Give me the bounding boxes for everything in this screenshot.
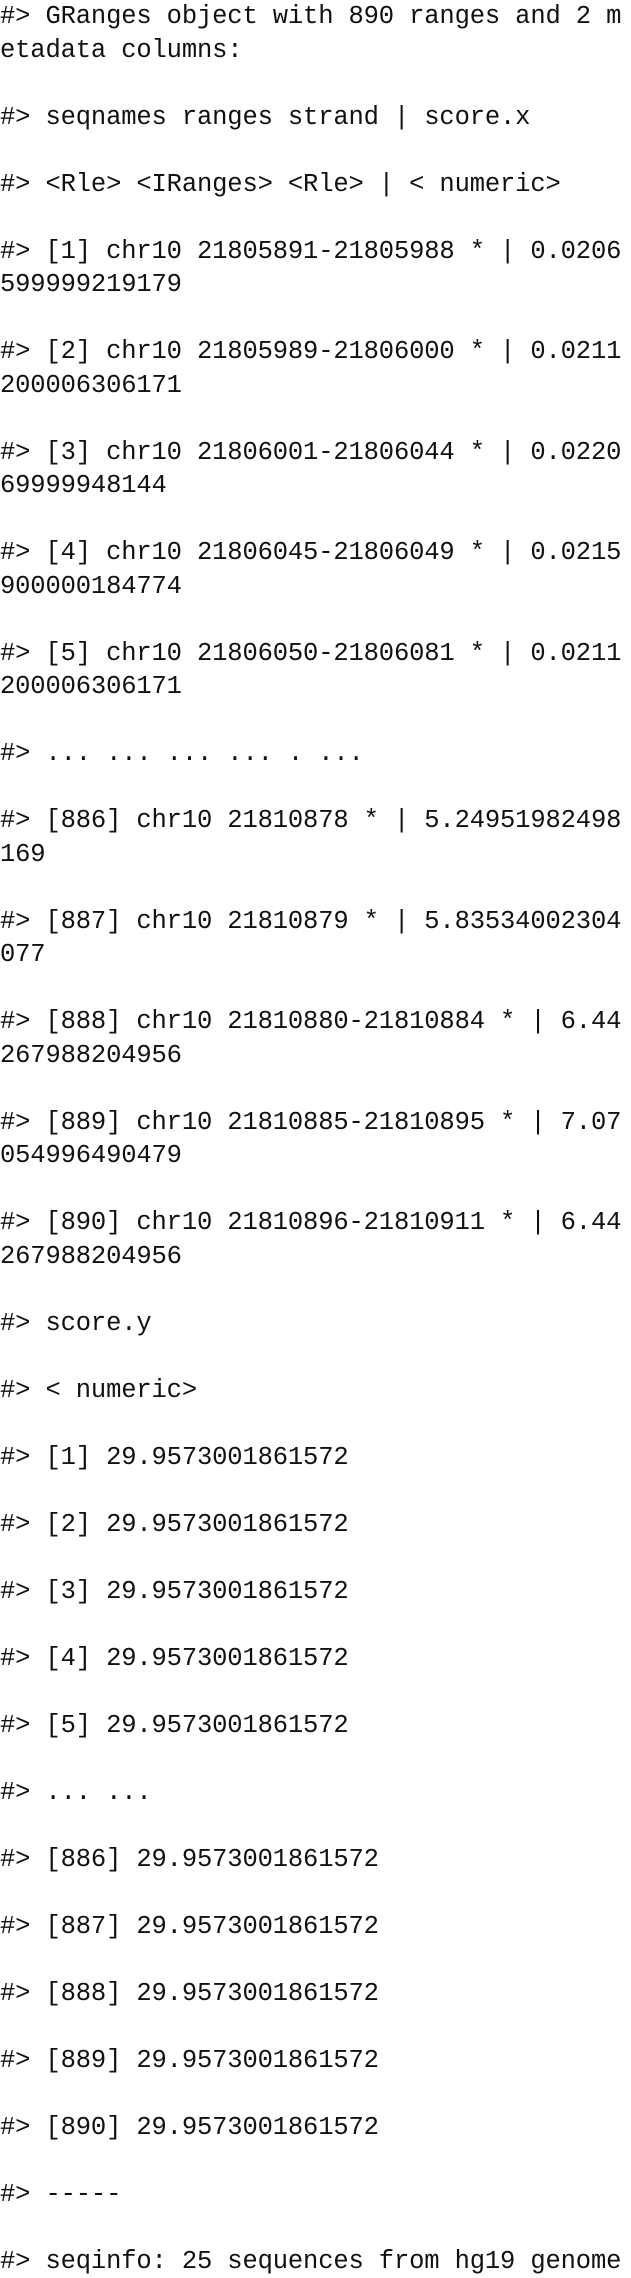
console-line: #> < numeric> [0,1374,631,1408]
console-line: #> GRanges object with 890 ranges and 2 … [0,0,631,67]
console-line: #> seqinfo: 25 sequences from hg19 genom… [0,2245,631,2278]
console-line: #> [887] chr10 21810879 * | 5.8353400230… [0,905,631,972]
console-line: #> [2] 29.9573001861572 [0,1508,631,1542]
console-line: #> [887] 29.9573001861572 [0,1910,631,1944]
console-line: #> [890] 29.9573001861572 [0,2111,631,2145]
console-line: #> [3] chr10 21806001-21806044 * | 0.022… [0,436,631,503]
console-line: #> score.y [0,1307,631,1341]
console-line: #> [5] 29.9573001861572 [0,1709,631,1743]
console-line: #> ----- [0,2178,631,2212]
console-line: #> [5] chr10 21806050-21806081 * | 0.021… [0,637,631,704]
console-line: #> ... ... [0,1776,631,1810]
console-line: #> [889] chr10 21810885-21810895 * | 7.0… [0,1106,631,1173]
console-line: #> [888] 29.9573001861572 [0,1977,631,2011]
console-line: #> <Rle> <IRanges> <Rle> | < numeric> [0,168,631,202]
console-line: #> ... ... ... ... . ... [0,737,631,771]
console-line: #> [4] 29.9573001861572 [0,1642,631,1676]
console-line: #> [1] chr10 21805891-21805988 * | 0.020… [0,235,631,302]
console-line: #> [886] 29.9573001861572 [0,1843,631,1877]
console-line: #> [2] chr10 21805989-21806000 * | 0.021… [0,335,631,402]
console-line: #> [890] chr10 21810896-21810911 * | 6.4… [0,1206,631,1273]
console-line: #> [886] chr10 21810878 * | 5.2495198249… [0,804,631,871]
console-line: #> [889] 29.9573001861572 [0,2044,631,2078]
console-line: #> seqnames ranges strand | score.x [0,101,631,135]
console-line: #> [888] chr10 21810880-21810884 * | 6.4… [0,1005,631,1072]
console-line: #> [3] 29.9573001861572 [0,1575,631,1609]
console-line: #> [4] chr10 21806045-21806049 * | 0.021… [0,536,631,603]
console-line: #> [1] 29.9573001861572 [0,1441,631,1475]
r-console-output: #> GRanges object with 890 ranges and 2 … [0,0,631,2278]
